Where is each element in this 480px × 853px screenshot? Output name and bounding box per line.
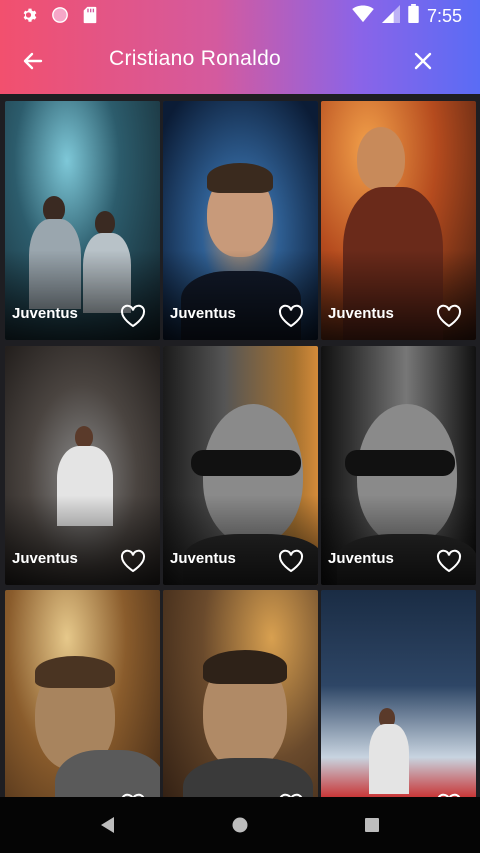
wallpaper-tile[interactable]: Juventus (5, 101, 160, 340)
nav-back-button[interactable] (96, 813, 120, 837)
heart-icon[interactable] (436, 304, 462, 328)
status-left-icons (20, 5, 100, 25)
back-button[interactable] (18, 46, 48, 76)
wallpaper-gallery-screen: 7:55 Cristiano Ronaldo Juventus Juventus… (0, 0, 480, 853)
wallpaper-label: Juventus (170, 550, 236, 567)
close-icon (414, 52, 432, 70)
wallpaper-label: Juventus (12, 550, 78, 567)
status-bar: 7:55 (0, 0, 480, 30)
wallpaper-image (163, 590, 318, 797)
close-button[interactable] (408, 46, 438, 76)
status-time: 7:55 (426, 5, 462, 26)
wallpaper-image (321, 590, 476, 797)
recents-square-icon (365, 818, 379, 832)
battery-icon (408, 4, 419, 28)
heart-icon[interactable] (278, 304, 304, 328)
wallpaper-grid: Juventus Juventus Juventus Juventus Juve… (0, 96, 480, 797)
nav-recents-button[interactable] (360, 813, 384, 837)
heart-icon[interactable] (436, 549, 462, 573)
heart-icon[interactable] (120, 549, 146, 573)
wifi-icon (352, 4, 374, 28)
wallpaper-label: Juventus (328, 305, 394, 322)
nav-home-button[interactable] (228, 813, 252, 837)
home-circle-icon (232, 817, 248, 833)
signal-icon (381, 4, 400, 28)
gear-icon (20, 5, 40, 25)
heart-icon[interactable] (278, 549, 304, 573)
back-triangle-icon (101, 817, 114, 833)
wallpaper-label: Juventus (12, 305, 78, 322)
wallpaper-tile[interactable]: Juventus (321, 101, 476, 340)
system-nav-bar (0, 797, 480, 853)
wallpaper-tile[interactable]: Juventus (163, 346, 318, 585)
wallpaper-label: Juventus (328, 550, 394, 567)
arrow-left-icon (23, 52, 43, 70)
wallpaper-tile[interactable] (163, 590, 318, 797)
wallpaper-tile[interactable]: Juventus (5, 346, 160, 585)
wallpaper-image (5, 590, 160, 797)
heart-icon[interactable] (120, 304, 146, 328)
wallpaper-tile[interactable] (5, 590, 160, 797)
status-right-icons: 7:55 (352, 4, 462, 28)
app-bar: Cristiano Ronaldo (0, 32, 480, 90)
wallpaper-tile[interactable]: Juventus (321, 346, 476, 585)
wallpaper-tile[interactable]: Juventus (163, 101, 318, 340)
page-title: Cristiano Ronaldo (109, 47, 282, 70)
circle-indicator-icon (50, 5, 70, 25)
wallpaper-tile[interactable] (321, 590, 476, 797)
wallpaper-label: Juventus (170, 305, 236, 322)
sd-card-icon (80, 5, 100, 25)
header: 7:55 Cristiano Ronaldo (0, 0, 480, 94)
